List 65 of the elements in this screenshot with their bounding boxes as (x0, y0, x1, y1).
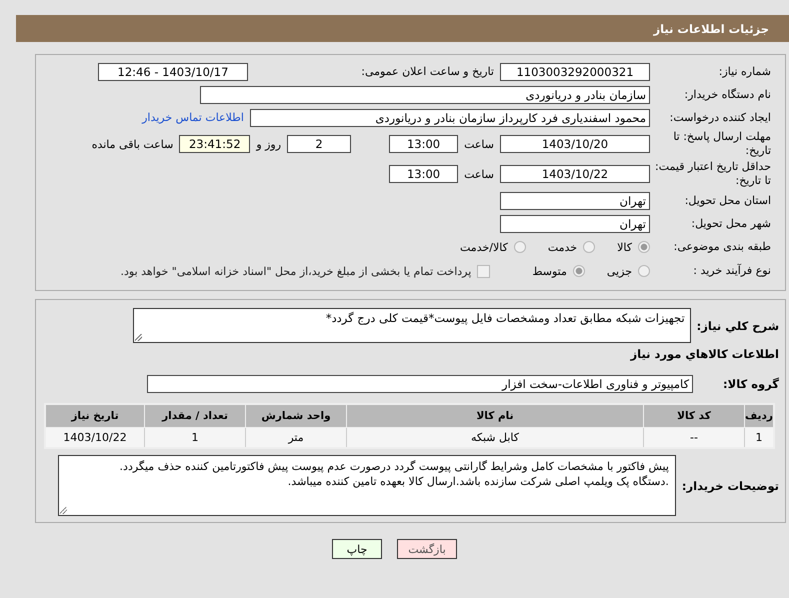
resize-grip-icon[interactable] (134, 334, 142, 341)
section-heading: اطلاعات کالاهاي مورد نياز (629, 346, 780, 363)
back-button[interactable]: بازگشت (397, 539, 457, 559)
table-cell: متر (246, 428, 346, 448)
column-header: ردیف (744, 404, 774, 428)
notes-field[interactable]: پیش فاکتور با مشخصات کامل وشرایط گارانتی پیوست گردد درصورت عدم پیوست پیش فاکتورتامین کننده حذف میگردد. .دستگاه پک ویلمپ اصلی شرکت سازنده باشد.ارسال کالا بعهده تامین کننده میباشد. (58, 455, 676, 516)
field-label: استان محل تحویل: (684, 194, 772, 208)
column-header: نام کالا (346, 404, 644, 428)
input-field[interactable]: 1403/10/20 (500, 135, 650, 153)
input-field[interactable]: 1103003292000321 (500, 62, 650, 80)
option-label: خدمت (548, 240, 578, 254)
contact-link[interactable]: اطلاعات تماس خریدار (142, 111, 244, 124)
column-header: کد کالا (644, 404, 744, 428)
input-field[interactable]: 1403/10/22 (500, 165, 650, 183)
input-field[interactable]: 2 (287, 135, 352, 153)
field-label: ساعت باقی مانده (92, 138, 174, 150)
payment-note: پرداخت تمام یا بخشی از مبلغ خرید،از محل "اسناد خزانه اسلامی" خواهد بود. (120, 264, 472, 278)
option-label: جزیی (606, 264, 632, 278)
input-field[interactable]: محمود اسفندیاری فرد کارپرداز سازمان بنادر و دریانوردی (250, 108, 650, 126)
input-field[interactable]: تهران (500, 192, 650, 210)
input-field[interactable]: کامپیوتر و فناوری اطلاعات-سخت افزار (147, 375, 694, 393)
checkbox[interactable] (477, 264, 490, 278)
radio-button[interactable] (638, 241, 650, 253)
page-title: جزئیات اطلاعات نیاز (653, 22, 769, 36)
field-label: ساعت (464, 168, 494, 180)
input-field[interactable]: 1403/10/17 - 12:46 (98, 62, 248, 80)
field-label: شرح کلي نیاز: (696, 318, 780, 332)
resize-grip-icon[interactable] (60, 507, 67, 514)
radio-button[interactable] (514, 241, 526, 253)
column-header: تاریخ نیاز (45, 404, 144, 428)
field-label: شهر محل تحویل: (690, 216, 772, 230)
input-field[interactable]: 23:41:52 (179, 135, 250, 153)
table-cell: 1403/10/22 (45, 428, 144, 448)
field-label: مهلت ارسال پاسخ: تا تاریخ: (672, 130, 772, 158)
radio-button[interactable] (572, 265, 585, 277)
radio-button[interactable] (583, 241, 596, 253)
field-label: تاریخ و ساعت اعلان عمومی: (360, 65, 494, 78)
table-cell: 1 (144, 428, 246, 448)
field-label: روز و (256, 138, 282, 150)
field-label: ساعت (464, 138, 494, 150)
option-label: کالا/خدمت (460, 240, 508, 254)
field-label: توضیحات خریدار: (680, 478, 780, 492)
input-field[interactable]: 13:00 (389, 135, 458, 153)
description-field[interactable]: تجهیزات شبکه مطابق تعداد ومشخصات فایل پیوست*قیمت کلی درج گردد* (132, 308, 691, 343)
field-label: حداقل تاریخ اعتبار قیمت: تا تاریخ: (654, 160, 772, 188)
option-label: کالا (617, 240, 632, 254)
table-cell: کابل شبکه (346, 428, 644, 448)
input-field[interactable]: سازمان بنادر و دریانوردی (200, 86, 650, 104)
radio-button[interactable] (638, 265, 650, 277)
field-label: ایجاد کننده درخواست: (668, 110, 772, 124)
note-text: پیش فاکتور با مشخصات کامل وشرایط گارانتی پیوست گردد درصورت عدم پیوست پیش فاکتورتامین کننده حذف میگردد. (118, 459, 669, 474)
field-label: نوع فرآیند خرید : (692, 264, 772, 278)
input-field[interactable]: تهران (500, 214, 650, 232)
field-label: شماره نیاز: (718, 64, 772, 78)
field-label: طبقه بندی موضوعی: (672, 240, 772, 254)
column-header: تعداد / مقدار (144, 404, 246, 428)
field-label: گروه کالا: (722, 377, 780, 391)
table-cell: 1 (744, 428, 774, 448)
table-cell: -- (644, 428, 744, 448)
input-field[interactable]: 13:00 (389, 165, 458, 183)
field-label: نام دستگاه خریدار: (683, 88, 772, 102)
note-text: .دستگاه پک ویلمپ اصلی شرکت سازنده باشد.ارسال کالا بعهده تامین کننده میباشد. (286, 474, 669, 489)
column-header: واحد شمارش (246, 404, 346, 428)
option-label: متوسط (532, 264, 567, 278)
print-button[interactable]: چاپ (332, 539, 382, 559)
